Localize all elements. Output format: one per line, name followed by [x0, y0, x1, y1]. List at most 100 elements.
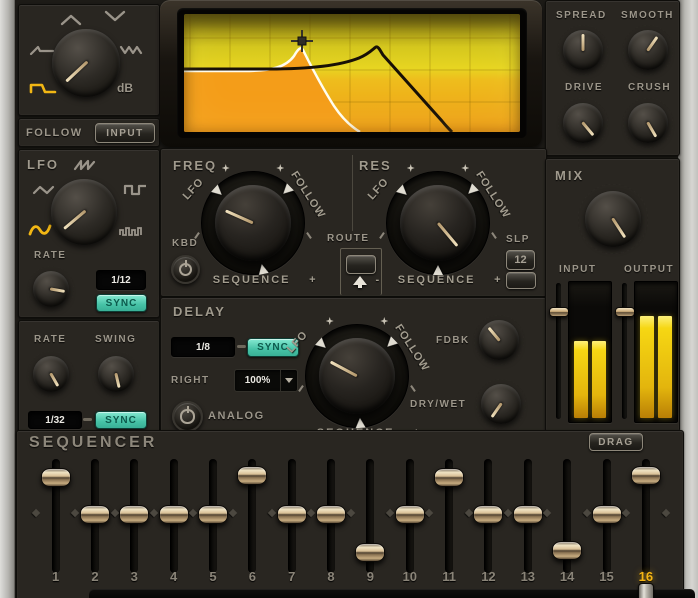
lfo-rate-knob[interactable]	[30, 268, 72, 310]
clock-sync-button[interactable]: SYNC	[95, 411, 147, 429]
step-diamond-marker	[268, 509, 276, 517]
freq-title: FREQ	[173, 158, 217, 173]
delay-title: DELAY	[173, 304, 226, 319]
analog-power-button[interactable]	[172, 401, 203, 432]
input-gain-slider[interactable]	[556, 283, 561, 419]
delay-right-label: RIGHT	[171, 375, 210, 386]
res-knob[interactable]: LFO FOLLOW - SEQUENCE +	[392, 177, 484, 269]
square-wave-icon[interactable]	[123, 183, 149, 197]
seq-step-number: 5	[197, 569, 229, 584]
seq-step-handle[interactable]	[473, 505, 503, 524]
seq-step-slider-12[interactable]: 12	[474, 431, 502, 571]
input-label: INPUT	[559, 264, 597, 275]
route-button[interactable]	[346, 255, 376, 274]
seq-step-number: 2	[79, 569, 111, 584]
seq-step-slider-10[interactable]: 10	[396, 431, 424, 571]
crush-knob[interactable]	[625, 100, 671, 146]
shaper-knob[interactable]	[47, 24, 125, 102]
smooth-knob[interactable]	[625, 27, 671, 73]
seq-step-slider-14[interactable]: 14	[553, 431, 581, 571]
seq-step-handle[interactable]	[277, 505, 307, 524]
fdbk-knob[interactable]	[476, 317, 522, 363]
seq-step-slider-4[interactable]: 4	[160, 431, 188, 571]
drive-knob[interactable]	[560, 100, 606, 146]
seq-step-handle[interactable]	[316, 505, 346, 524]
freq-knob[interactable]: LFO FOLLOW - SEQUENCE +	[207, 177, 299, 269]
seq-step-handle[interactable]	[434, 468, 464, 487]
seq-step-handle[interactable]	[41, 468, 71, 487]
seq-step-number: 11	[433, 569, 465, 584]
mix-knob[interactable]	[580, 186, 646, 252]
step-diamond-marker	[504, 509, 512, 517]
step-diamond-marker	[346, 509, 354, 517]
fdbk-label: FDBK	[436, 335, 470, 346]
filter-curves	[184, 14, 520, 132]
seq-step-slider-7[interactable]: 7	[278, 431, 306, 571]
seq-step-number: 8	[315, 569, 347, 584]
seq-step-number: 13	[512, 569, 544, 584]
seq-step-slider-9[interactable]: 9	[356, 431, 384, 571]
output-label: OUTPUT	[624, 264, 674, 275]
seq-step-slider-16[interactable]: 16	[632, 431, 660, 571]
seq-step-handle[interactable]	[552, 541, 582, 560]
output-gain-slider[interactable]	[622, 283, 627, 419]
seq-step-slider-11[interactable]: 11	[435, 431, 463, 571]
clock-rate-knob[interactable]	[30, 353, 72, 395]
output-meter	[634, 281, 678, 423]
step-diamond-marker	[622, 509, 630, 517]
slope-toggle-button[interactable]	[506, 272, 536, 289]
seq-step-slider-1[interactable]: 1	[42, 431, 70, 571]
pattern-scroll-thumb[interactable]	[638, 583, 654, 598]
follow-input-button[interactable]: INPUT	[95, 123, 155, 143]
seq-step-slider-6[interactable]: 6	[238, 431, 266, 571]
seq-step-slider-2[interactable]: 2	[81, 431, 109, 571]
notch-shape-icon[interactable]	[103, 9, 127, 23]
lfo-wave-knob[interactable]	[46, 174, 122, 250]
seq-step-slider-5[interactable]: 5	[199, 431, 227, 571]
seq-step-handle[interactable]	[80, 505, 110, 524]
drywet-knob[interactable]	[478, 381, 524, 427]
seq-step-handle[interactable]	[237, 466, 267, 485]
sequencer-panel: SEQUENCER DRAG 12345678910111213141516	[16, 430, 684, 598]
slp-label: SLP	[506, 234, 530, 245]
fx-panel: SPREAD SMOOTH DRIVE CRUSH	[545, 0, 680, 156]
seq-step-number: 7	[276, 569, 308, 584]
seq-step-handle[interactable]	[395, 505, 425, 524]
follow-label: FOLLOW	[26, 127, 83, 139]
delay-mod-knob[interactable]: LFO FOLLOW - SEQUENCE +	[311, 330, 403, 422]
lfo-panel: LFO RATE 1/12 SYNC	[18, 149, 160, 318]
spread-label: SPREAD	[556, 10, 607, 21]
clock-rate-display[interactable]: 1/32	[28, 411, 82, 429]
spread-knob[interactable]	[560, 27, 606, 73]
seq-step-handle[interactable]	[355, 543, 385, 562]
seq-step-slider-15[interactable]: 15	[593, 431, 621, 571]
seq-step-number: 12	[472, 569, 504, 584]
smooth-label: SMOOTH	[621, 10, 674, 21]
filter-display-screen[interactable]	[184, 14, 520, 132]
seq-step-slider-3[interactable]: 3	[120, 431, 148, 571]
lfo-rate-display[interactable]: 1/12	[96, 270, 146, 290]
output-gain-slider-handle[interactable]	[615, 307, 635, 317]
step-diamond-marker	[661, 509, 669, 517]
dash-divider	[83, 418, 92, 421]
seq-step-slider-8[interactable]: 8	[317, 431, 345, 571]
step-diamond-marker	[228, 509, 236, 517]
seq-step-slider-13[interactable]: 13	[514, 431, 542, 571]
swing-knob[interactable]	[95, 353, 137, 395]
slope-value-button[interactable]: 12	[506, 250, 535, 270]
seq-step-handle[interactable]	[513, 505, 543, 524]
seq-step-handle[interactable]	[119, 505, 149, 524]
filter-handle-crosshair[interactable]	[291, 30, 313, 52]
seq-step-handle[interactable]	[198, 505, 228, 524]
seq-step-handle[interactable]	[159, 505, 189, 524]
seq-step-handle[interactable]	[631, 466, 661, 485]
step-diamond-marker	[150, 509, 158, 517]
input-gain-slider-handle[interactable]	[549, 307, 569, 317]
seq-step-number: 3	[118, 569, 150, 584]
lfo-sync-button[interactable]: SYNC	[96, 294, 147, 312]
delay-panel: DELAY 1/8 SYNC RIGHT 100% ANALOG LFO FOL…	[160, 297, 547, 445]
kbd-power-button[interactable]	[171, 255, 200, 284]
delay-time-display[interactable]: 1/8	[171, 337, 235, 357]
pattern-scrollbar[interactable]	[89, 589, 695, 598]
seq-step-handle[interactable]	[592, 505, 622, 524]
